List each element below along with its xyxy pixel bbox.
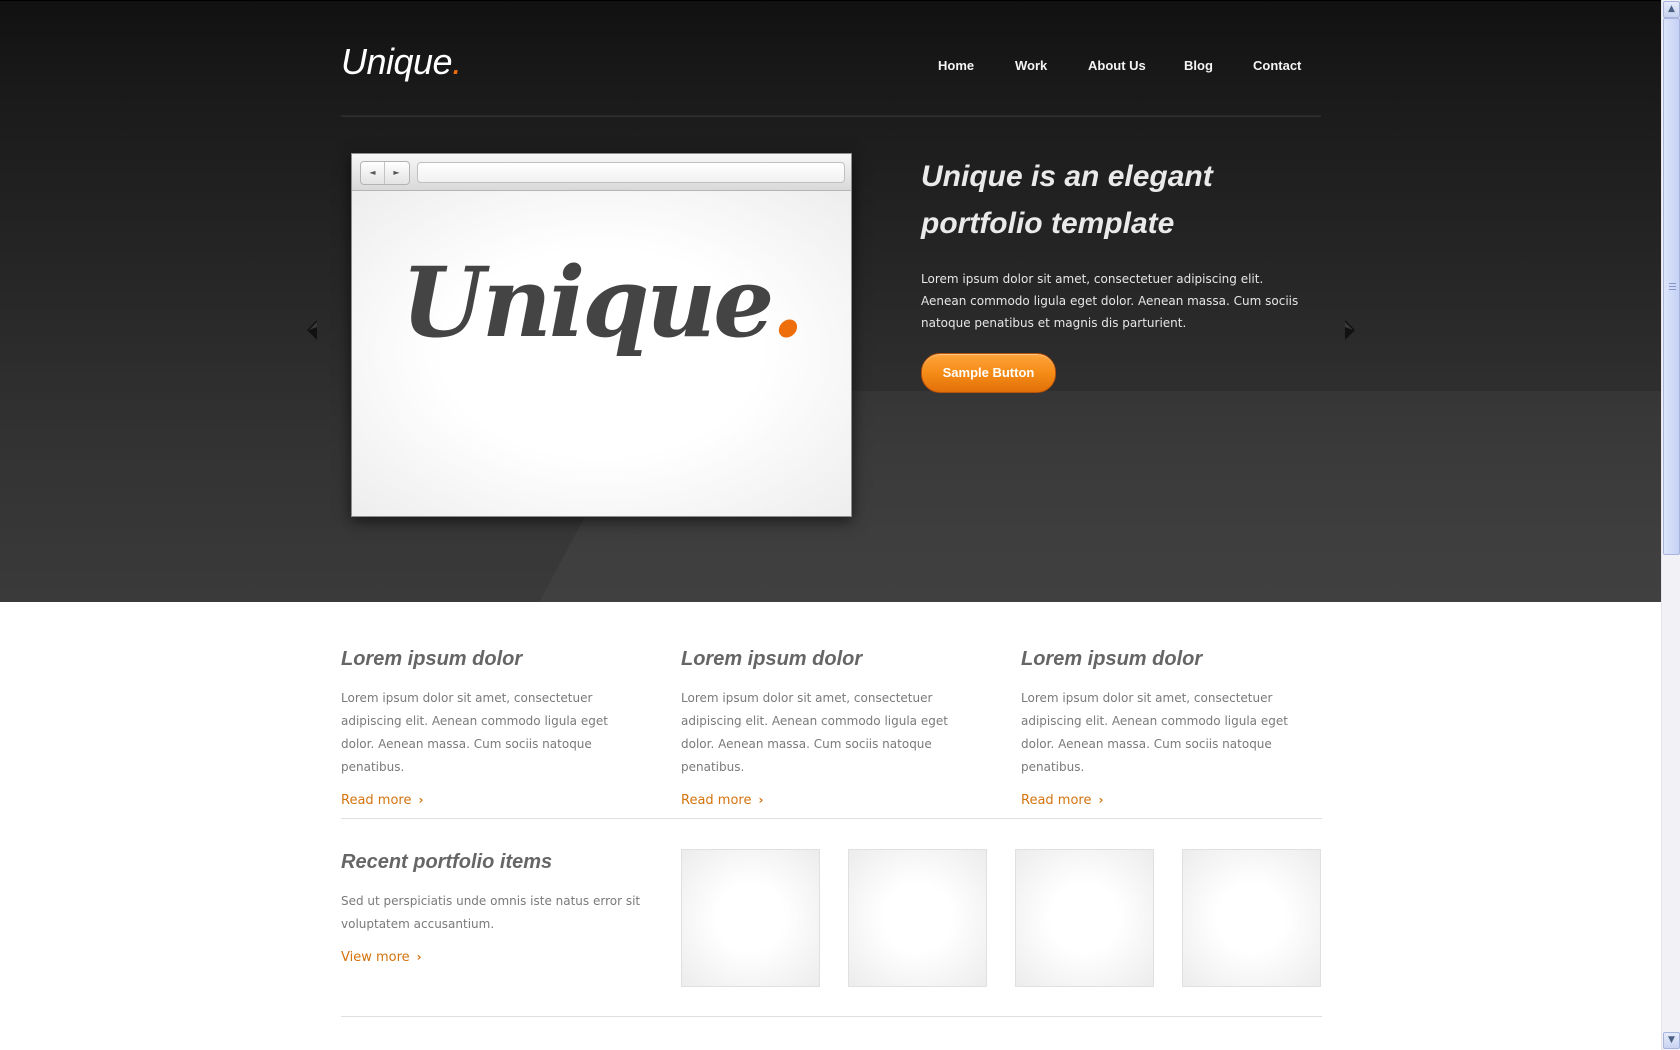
chevron-right-icon: ›	[758, 793, 764, 807]
slider-prev-arrow-icon[interactable]	[303, 319, 325, 341]
feature-column-2: Lorem ipsum dolor Lorem ipsum dolor sit …	[681, 648, 981, 808]
feature-text: Lorem ipsum dolor sit amet, consectetuer…	[1021, 691, 1288, 774]
scrollbar-grip-line	[1669, 286, 1676, 287]
feature-heading: Lorem ipsum dolor	[681, 648, 863, 670]
scrollbar-thumb[interactable]	[1663, 18, 1680, 555]
portfolio-thumbnail-2[interactable]	[848, 849, 987, 987]
mockup-logo: Unique.	[352, 246, 851, 359]
scroll-up-icon[interactable]: ▲	[1663, 1, 1680, 18]
browser-mockup: ◄ ► Unique.	[351, 153, 852, 517]
section-divider	[341, 818, 1322, 819]
browser-toolbar: ◄ ►	[352, 154, 851, 191]
read-more-label: Read more	[681, 793, 752, 808]
feature-column-3: Lorem ipsum dolor Lorem ipsum dolor sit …	[1021, 648, 1321, 808]
read-more-link[interactable]: Read more ›	[1021, 793, 1103, 808]
logo-text: Unique	[341, 41, 453, 82]
site-logo[interactable]: Unique.	[341, 41, 462, 83]
vertical-scrollbar[interactable]: ▲ ▼	[1661, 0, 1680, 1050]
view-more-link[interactable]: View more ›	[341, 950, 422, 965]
nav-home[interactable]: Home	[938, 58, 974, 73]
chevron-right-icon: ›	[418, 793, 424, 807]
hero-text: Lorem ipsum dolor sit amet, consectetuer…	[921, 272, 1299, 330]
scroll-down-icon[interactable]: ▼	[1663, 1032, 1680, 1049]
header-divider	[341, 115, 1321, 117]
browser-viewport: Unique.	[352, 191, 851, 516]
browser-back-icon: ◄	[361, 162, 385, 184]
page: Unique. Home Work About Us Blog Contact …	[0, 0, 1661, 1050]
scrollbar-grip-line	[1669, 283, 1676, 284]
nav-blog[interactable]: Blog	[1184, 58, 1213, 73]
browser-address-bar	[417, 162, 845, 183]
browser-nav-buttons: ◄ ►	[360, 161, 410, 185]
hero-heading: Unique is an elegant portfolio template	[921, 160, 1213, 240]
feature-text: Lorem ipsum dolor sit amet, consectetuer…	[341, 691, 608, 774]
scrollbar-grip-line	[1669, 289, 1676, 290]
feature-heading: Lorem ipsum dolor	[341, 648, 523, 670]
read-more-label: Read more	[1021, 793, 1092, 808]
sample-button[interactable]: Sample Button	[921, 353, 1056, 393]
browser-forward-icon: ►	[393, 168, 400, 177]
nav-work[interactable]: Work	[1015, 58, 1047, 73]
feature-text: Lorem ipsum dolor sit amet, consectetuer…	[681, 691, 948, 774]
portfolio-text: Sed ut perspiciatis unde omnis iste natu…	[341, 894, 641, 931]
feature-heading: Lorem ipsum dolor	[1021, 648, 1203, 670]
hero-section: Unique. Home Work About Us Blog Contact …	[0, 0, 1661, 602]
portfolio-heading: Recent portfolio items	[341, 851, 553, 873]
feature-column-1: Lorem ipsum dolor Lorem ipsum dolor sit …	[341, 648, 641, 808]
read-more-label: Read more	[341, 793, 412, 808]
mockup-logo-text: Unique	[401, 246, 774, 359]
nav-contact[interactable]: Contact	[1253, 58, 1301, 73]
chevron-right-icon: ›	[416, 950, 422, 964]
mockup-logo-dot: .	[771, 246, 804, 359]
read-more-link[interactable]: Read more ›	[681, 793, 763, 808]
section-divider	[341, 1016, 1322, 1017]
portfolio-intro: Recent portfolio items Sed ut perspiciat…	[341, 851, 641, 965]
portfolio-thumbnail-4[interactable]	[1182, 849, 1321, 987]
read-more-link[interactable]: Read more ›	[341, 793, 423, 808]
logo-dot: .	[452, 41, 462, 82]
nav-about-us[interactable]: About Us	[1088, 58, 1146, 73]
slider-next-arrow-icon[interactable]	[1337, 319, 1359, 341]
chevron-right-icon: ›	[1098, 793, 1104, 807]
portfolio-thumbnail-1[interactable]	[681, 849, 820, 987]
view-more-label: View more	[341, 950, 410, 965]
portfolio-thumbnail-3[interactable]	[1015, 849, 1154, 987]
